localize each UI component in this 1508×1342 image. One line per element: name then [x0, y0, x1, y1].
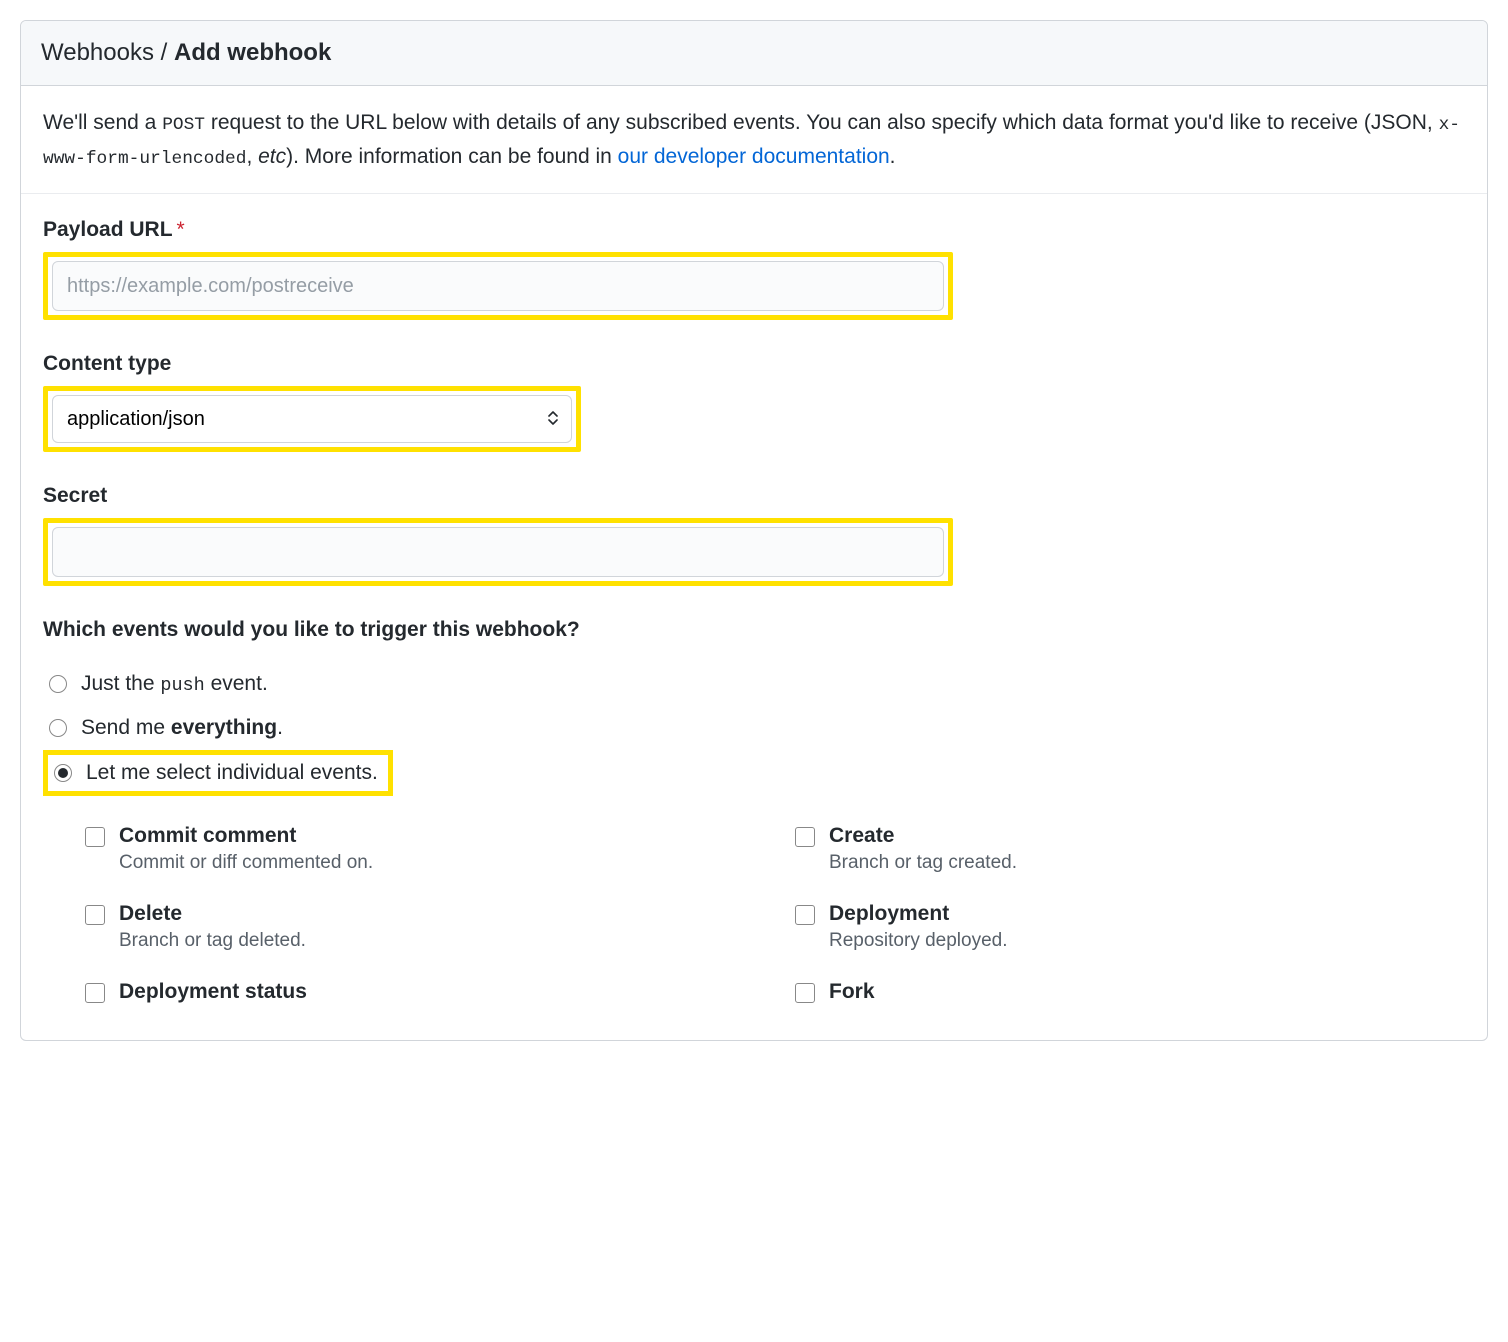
desc-text: ,: [246, 145, 258, 168]
radio-everything[interactable]: Send me everything.: [43, 706, 1465, 750]
event-title: Fork: [829, 980, 875, 1004]
checkbox-icon[interactable]: [85, 827, 105, 847]
desc-text: .: [890, 145, 896, 168]
payload-url-label: Payload URL*: [43, 218, 1465, 242]
breadcrumb-separator: /: [154, 39, 174, 66]
required-mark: *: [177, 218, 185, 241]
events-question: Which events would you like to trigger t…: [43, 618, 1465, 642]
event-title: Create: [829, 824, 1017, 848]
content-type-select[interactable]: application/json: [52, 395, 572, 443]
secret-input[interactable]: [52, 527, 944, 577]
content-type-field: Content type application/json: [43, 352, 1465, 452]
radio-label-text: Let me select individual events.: [86, 761, 378, 785]
event-fork[interactable]: Fork: [795, 980, 1465, 1008]
radio-icon: [49, 719, 67, 737]
radio-label-text: .: [277, 716, 283, 739]
event-desc: Branch or tag created.: [829, 852, 1017, 874]
desc-text: ). More information can be found in: [286, 145, 618, 168]
desc-code-post: POST: [162, 115, 205, 135]
breadcrumb-parent[interactable]: Webhooks: [41, 39, 154, 66]
form-body: Payload URL* Content type application/js…: [21, 194, 1487, 1008]
radio-icon: [54, 764, 72, 782]
payload-url-field: Payload URL*: [43, 218, 1465, 320]
event-title: Deployment: [829, 902, 1008, 926]
events-trigger-section: Which events would you like to trigger t…: [43, 618, 1465, 1008]
radio-label-bold: everything: [171, 716, 277, 739]
desc-etc: etc: [258, 145, 286, 168]
content-type-label: Content type: [43, 352, 1465, 376]
event-desc: Branch or tag deleted.: [119, 930, 306, 952]
breadcrumb-current: Add webhook: [174, 39, 331, 66]
payload-url-input[interactable]: [52, 261, 944, 311]
radio-just-push[interactable]: Just the push event.: [43, 662, 1465, 706]
secret-field: Secret: [43, 484, 1465, 586]
event-desc: Commit or diff commented on.: [119, 852, 373, 874]
payload-url-highlight: [43, 252, 953, 320]
checkbox-icon[interactable]: [85, 905, 105, 925]
event-deployment[interactable]: Deployment Repository deployed.: [795, 902, 1465, 952]
radio-icon: [49, 675, 67, 693]
event-commit-comment[interactable]: Commit comment Commit or diff commented …: [85, 824, 755, 874]
event-delete[interactable]: Delete Branch or tag deleted.: [85, 902, 755, 952]
content-type-highlight: application/json: [43, 386, 581, 452]
radio-individual[interactable]: Let me select individual events.: [43, 750, 393, 796]
event-desc: Repository deployed.: [829, 930, 1008, 952]
checkbox-icon[interactable]: [795, 905, 815, 925]
developer-docs-link[interactable]: our developer documentation: [618, 145, 890, 168]
panel-description: We'll send a POST request to the URL bel…: [21, 86, 1487, 194]
event-title: Delete: [119, 902, 306, 926]
panel-header: Webhooks / Add webhook: [21, 21, 1487, 86]
payload-url-label-text: Payload URL: [43, 218, 173, 241]
radio-label-text: Send me: [81, 716, 171, 739]
event-deployment-status[interactable]: Deployment status: [85, 980, 755, 1008]
event-title: Deployment status: [119, 980, 307, 1004]
desc-text: We'll send a: [43, 111, 162, 134]
radio-label-code: push: [160, 675, 204, 696]
checkbox-icon[interactable]: [795, 827, 815, 847]
event-create[interactable]: Create Branch or tag created.: [795, 824, 1465, 874]
checkbox-icon[interactable]: [85, 983, 105, 1003]
secret-highlight: [43, 518, 953, 586]
radio-label-text: event.: [205, 672, 268, 695]
desc-text: request to the URL below with details of…: [205, 111, 1439, 134]
event-title: Commit comment: [119, 824, 373, 848]
checkbox-icon[interactable]: [795, 983, 815, 1003]
webhook-panel: Webhooks / Add webhook We'll send a POST…: [20, 20, 1488, 1041]
radio-label-text: Just the: [81, 672, 160, 695]
events-grid: Commit comment Commit or diff commented …: [43, 796, 1465, 1008]
secret-label: Secret: [43, 484, 1465, 508]
